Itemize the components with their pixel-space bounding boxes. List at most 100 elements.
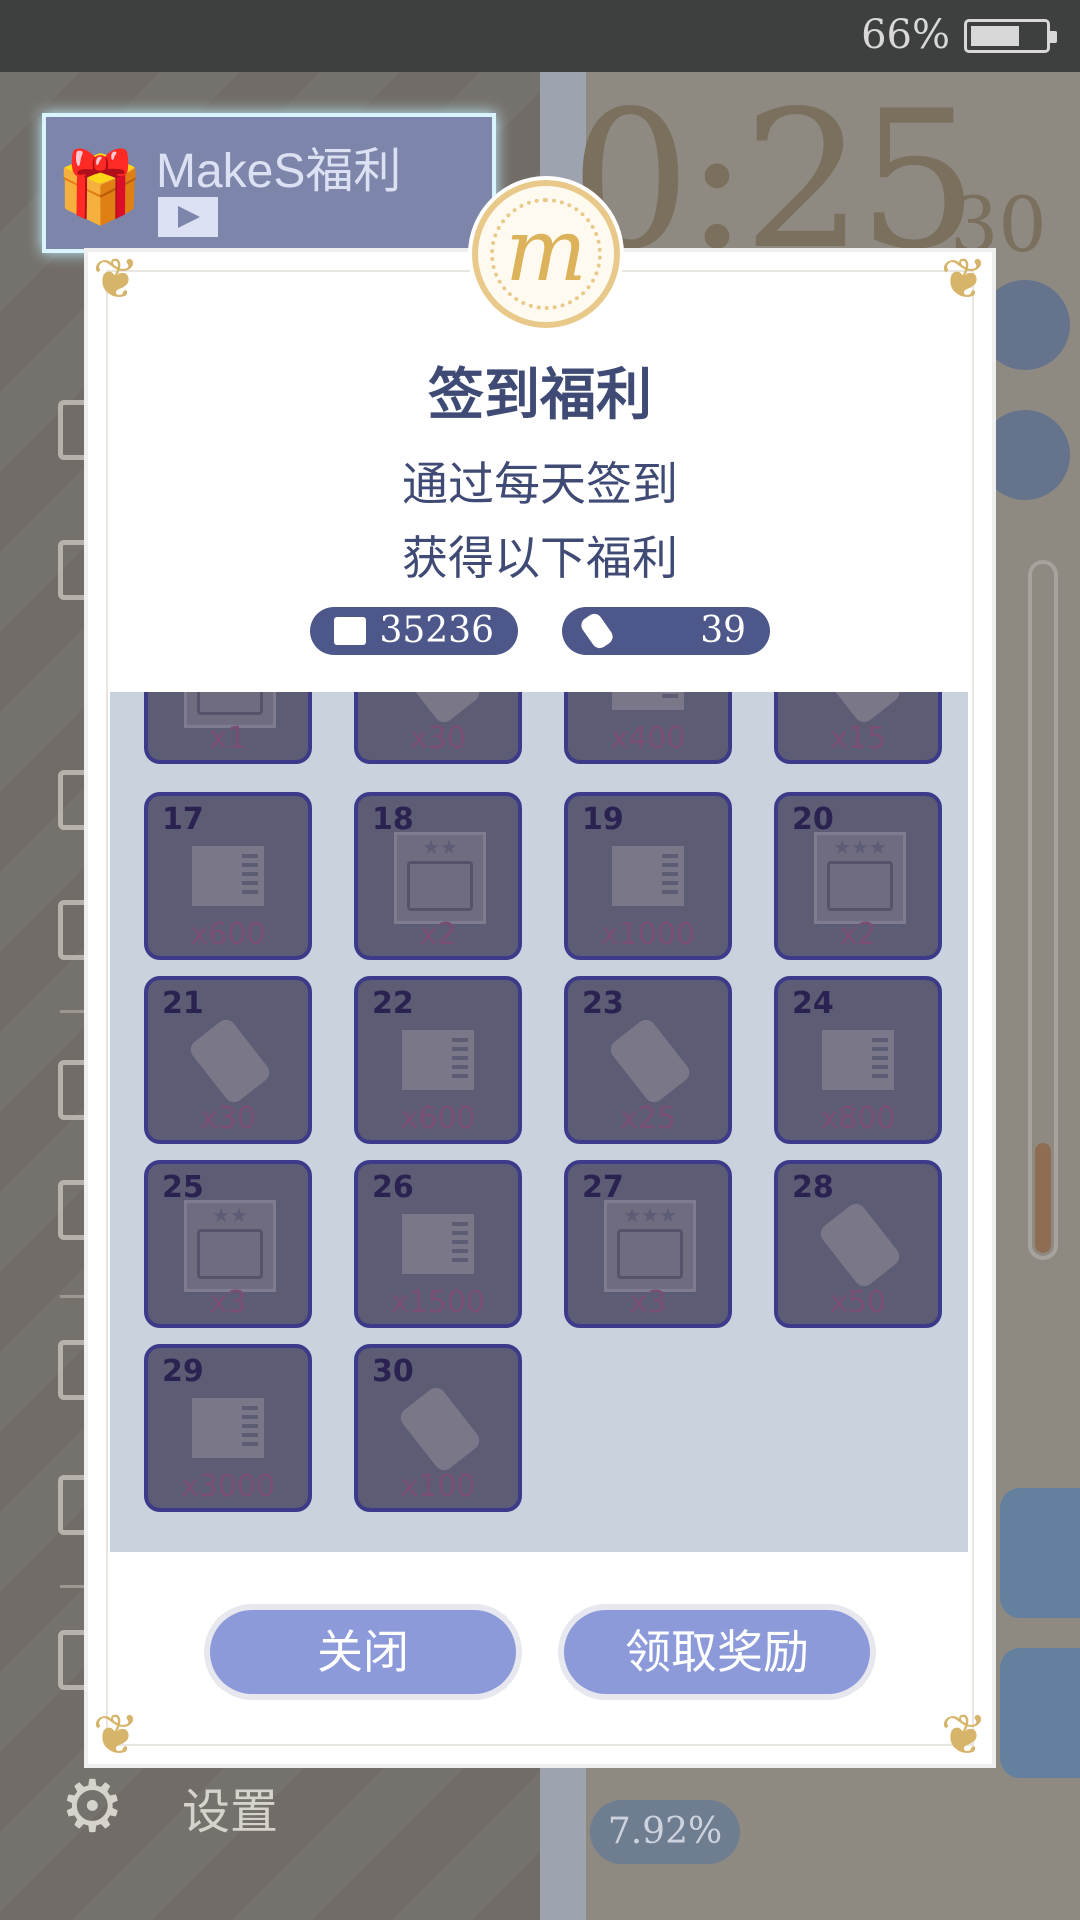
star-rating: ★★ — [212, 1203, 248, 1227]
card-icon — [334, 617, 366, 645]
ticket-currency-value: 39 — [700, 610, 746, 651]
reward-quantity: x3 — [629, 1285, 667, 1320]
reward-cell[interactable]: 24 x800 — [774, 976, 942, 1144]
reward-cell[interactable]: 30 x100 — [354, 1344, 522, 1512]
reward-day-number: 26 — [372, 1170, 414, 1205]
reward-cell[interactable]: 28 x50 — [774, 1160, 942, 1328]
reward-quantity: x30 — [200, 1101, 256, 1136]
reward-quantity: x3000 — [180, 1469, 276, 1504]
reward-cell[interactable]: 17 x600 — [144, 792, 312, 960]
ticket-currency-badge: 39 — [562, 607, 770, 655]
card-icon — [822, 1030, 894, 1090]
reward-quantity: x400 — [610, 721, 686, 756]
gear-icon[interactable]: ⚙ — [60, 1770, 132, 1842]
corner-ornament-icon: ❦ — [940, 1703, 988, 1768]
play-icon — [158, 197, 218, 237]
background-progress-pill: 7.92% — [590, 1800, 740, 1864]
medal-letter: m — [505, 201, 587, 301]
book-pages — [407, 861, 473, 911]
reward-day-number: 24 — [792, 986, 834, 1021]
reward-day-number: 20 — [792, 802, 834, 837]
book-pages — [197, 1229, 263, 1279]
banner-label: MakeS福利 — [156, 145, 402, 198]
book-icon: ★★ — [184, 1200, 276, 1292]
reward-cell[interactable]: ★★★ 20 x2 — [774, 792, 942, 960]
close-button[interactable]: 关闭 — [210, 1610, 516, 1694]
reward-cell[interactable]: 29 x3000 — [144, 1344, 312, 1512]
reward-cell[interactable]: ★★ 18 x2 — [354, 792, 522, 960]
star-rating: ★★★ — [833, 835, 887, 859]
reward-quantity: x600 — [400, 1101, 476, 1136]
battery-fill — [971, 26, 1019, 46]
reward-quantity: x15 — [830, 721, 886, 756]
ticket-icon — [606, 1015, 694, 1107]
star-rating: ★★ — [422, 835, 458, 859]
reward-day-number: 25 — [162, 1170, 204, 1205]
reward-quantity: x800 — [820, 1101, 896, 1136]
gift-icon: 🎁 — [56, 146, 144, 228]
book-pages — [617, 1229, 683, 1279]
card-icon — [192, 1398, 264, 1458]
reward-day-number: 27 — [582, 1170, 624, 1205]
card-icon — [192, 846, 264, 906]
battery-percent: 66% — [861, 12, 950, 58]
reward-cell[interactable]: 21 x30 — [144, 976, 312, 1144]
reward-day-number: 23 — [582, 986, 624, 1021]
card-icon — [612, 692, 684, 710]
reward-day-number: 21 — [162, 986, 204, 1021]
reward-quantity: x100 — [400, 1469, 476, 1504]
reward-quantity: x25 — [620, 1101, 676, 1136]
reward-quantity: x2 — [419, 917, 457, 952]
reward-day-number: 17 — [162, 802, 204, 837]
dialog-subtitle-line1: 通过每天签到 — [402, 457, 678, 511]
reward-cell[interactable]: x1 — [144, 692, 312, 764]
reward-cell[interactable]: 22 x600 — [354, 976, 522, 1144]
card-icon — [402, 1030, 474, 1090]
battery-icon — [964, 19, 1057, 53]
book-pages — [197, 692, 263, 715]
reward-cell[interactable]: ★★★ 27 x3 — [564, 1160, 732, 1328]
reward-grid[interactable]: x1 x30 x400 x15 17 x600 ★★ 18 x2 19 x1000 ★★★ 20 x2 21… — [110, 692, 968, 1552]
reward-cell[interactable]: 26 x1500 — [354, 1160, 522, 1328]
card-icon — [402, 1214, 474, 1274]
reward-cell[interactable]: x30 — [354, 692, 522, 764]
reward-quantity: x3 — [209, 1285, 247, 1320]
status-bar: 66% — [0, 0, 1080, 72]
reward-cell[interactable]: 23 x25 — [564, 976, 732, 1144]
reward-day-number: 30 — [372, 1354, 414, 1389]
reward-quantity: x30 — [410, 721, 466, 756]
reward-day-number: 19 — [582, 802, 624, 837]
card-icon — [612, 846, 684, 906]
book-icon: ★★ — [394, 832, 486, 924]
claim-reward-button[interactable]: 领取奖励 — [564, 1610, 870, 1694]
makes-welfare-banner[interactable]: 🎁 MakeS福利 — [42, 113, 496, 253]
book-icon[interactable] — [1000, 1648, 1080, 1778]
ticket-icon — [186, 1015, 274, 1107]
reward-cell[interactable]: x15 — [774, 692, 942, 764]
reward-quantity: x1000 — [600, 917, 696, 952]
book-icon: ★★★ — [604, 1200, 696, 1292]
ticket-icon — [578, 610, 616, 652]
reward-cell[interactable]: 19 x1000 — [564, 792, 732, 960]
card-currency-value: 35236 — [379, 610, 494, 651]
dialog-subtitle-line2: 获得以下福利 — [402, 531, 678, 585]
reward-day-number: 28 — [792, 1170, 834, 1205]
ticket-icon — [396, 1383, 484, 1475]
ticket-icon — [816, 1199, 904, 1291]
card-currency-badge: 35236 — [310, 607, 518, 655]
reward-cell[interactable]: ★★ 25 x3 — [144, 1160, 312, 1328]
reward-day-number: 29 — [162, 1354, 204, 1389]
moon-icon[interactable] — [1000, 1488, 1080, 1618]
reward-quantity: x1 — [209, 721, 247, 756]
background-slider[interactable] — [1028, 560, 1058, 1260]
book-icon: ★★★ — [814, 832, 906, 924]
settings-label[interactable]: 设置 — [182, 1772, 278, 1842]
reward-quantity: x2 — [839, 917, 877, 952]
slider-fill — [1035, 1143, 1051, 1253]
m-logo-medal-icon: m — [472, 180, 620, 328]
corner-ornament-icon: ❦ — [92, 1703, 140, 1768]
reward-day-number: 18 — [372, 802, 414, 837]
reward-quantity: x600 — [190, 917, 266, 952]
dialog-title: 签到福利 — [428, 363, 652, 428]
reward-cell[interactable]: x400 — [564, 692, 732, 764]
